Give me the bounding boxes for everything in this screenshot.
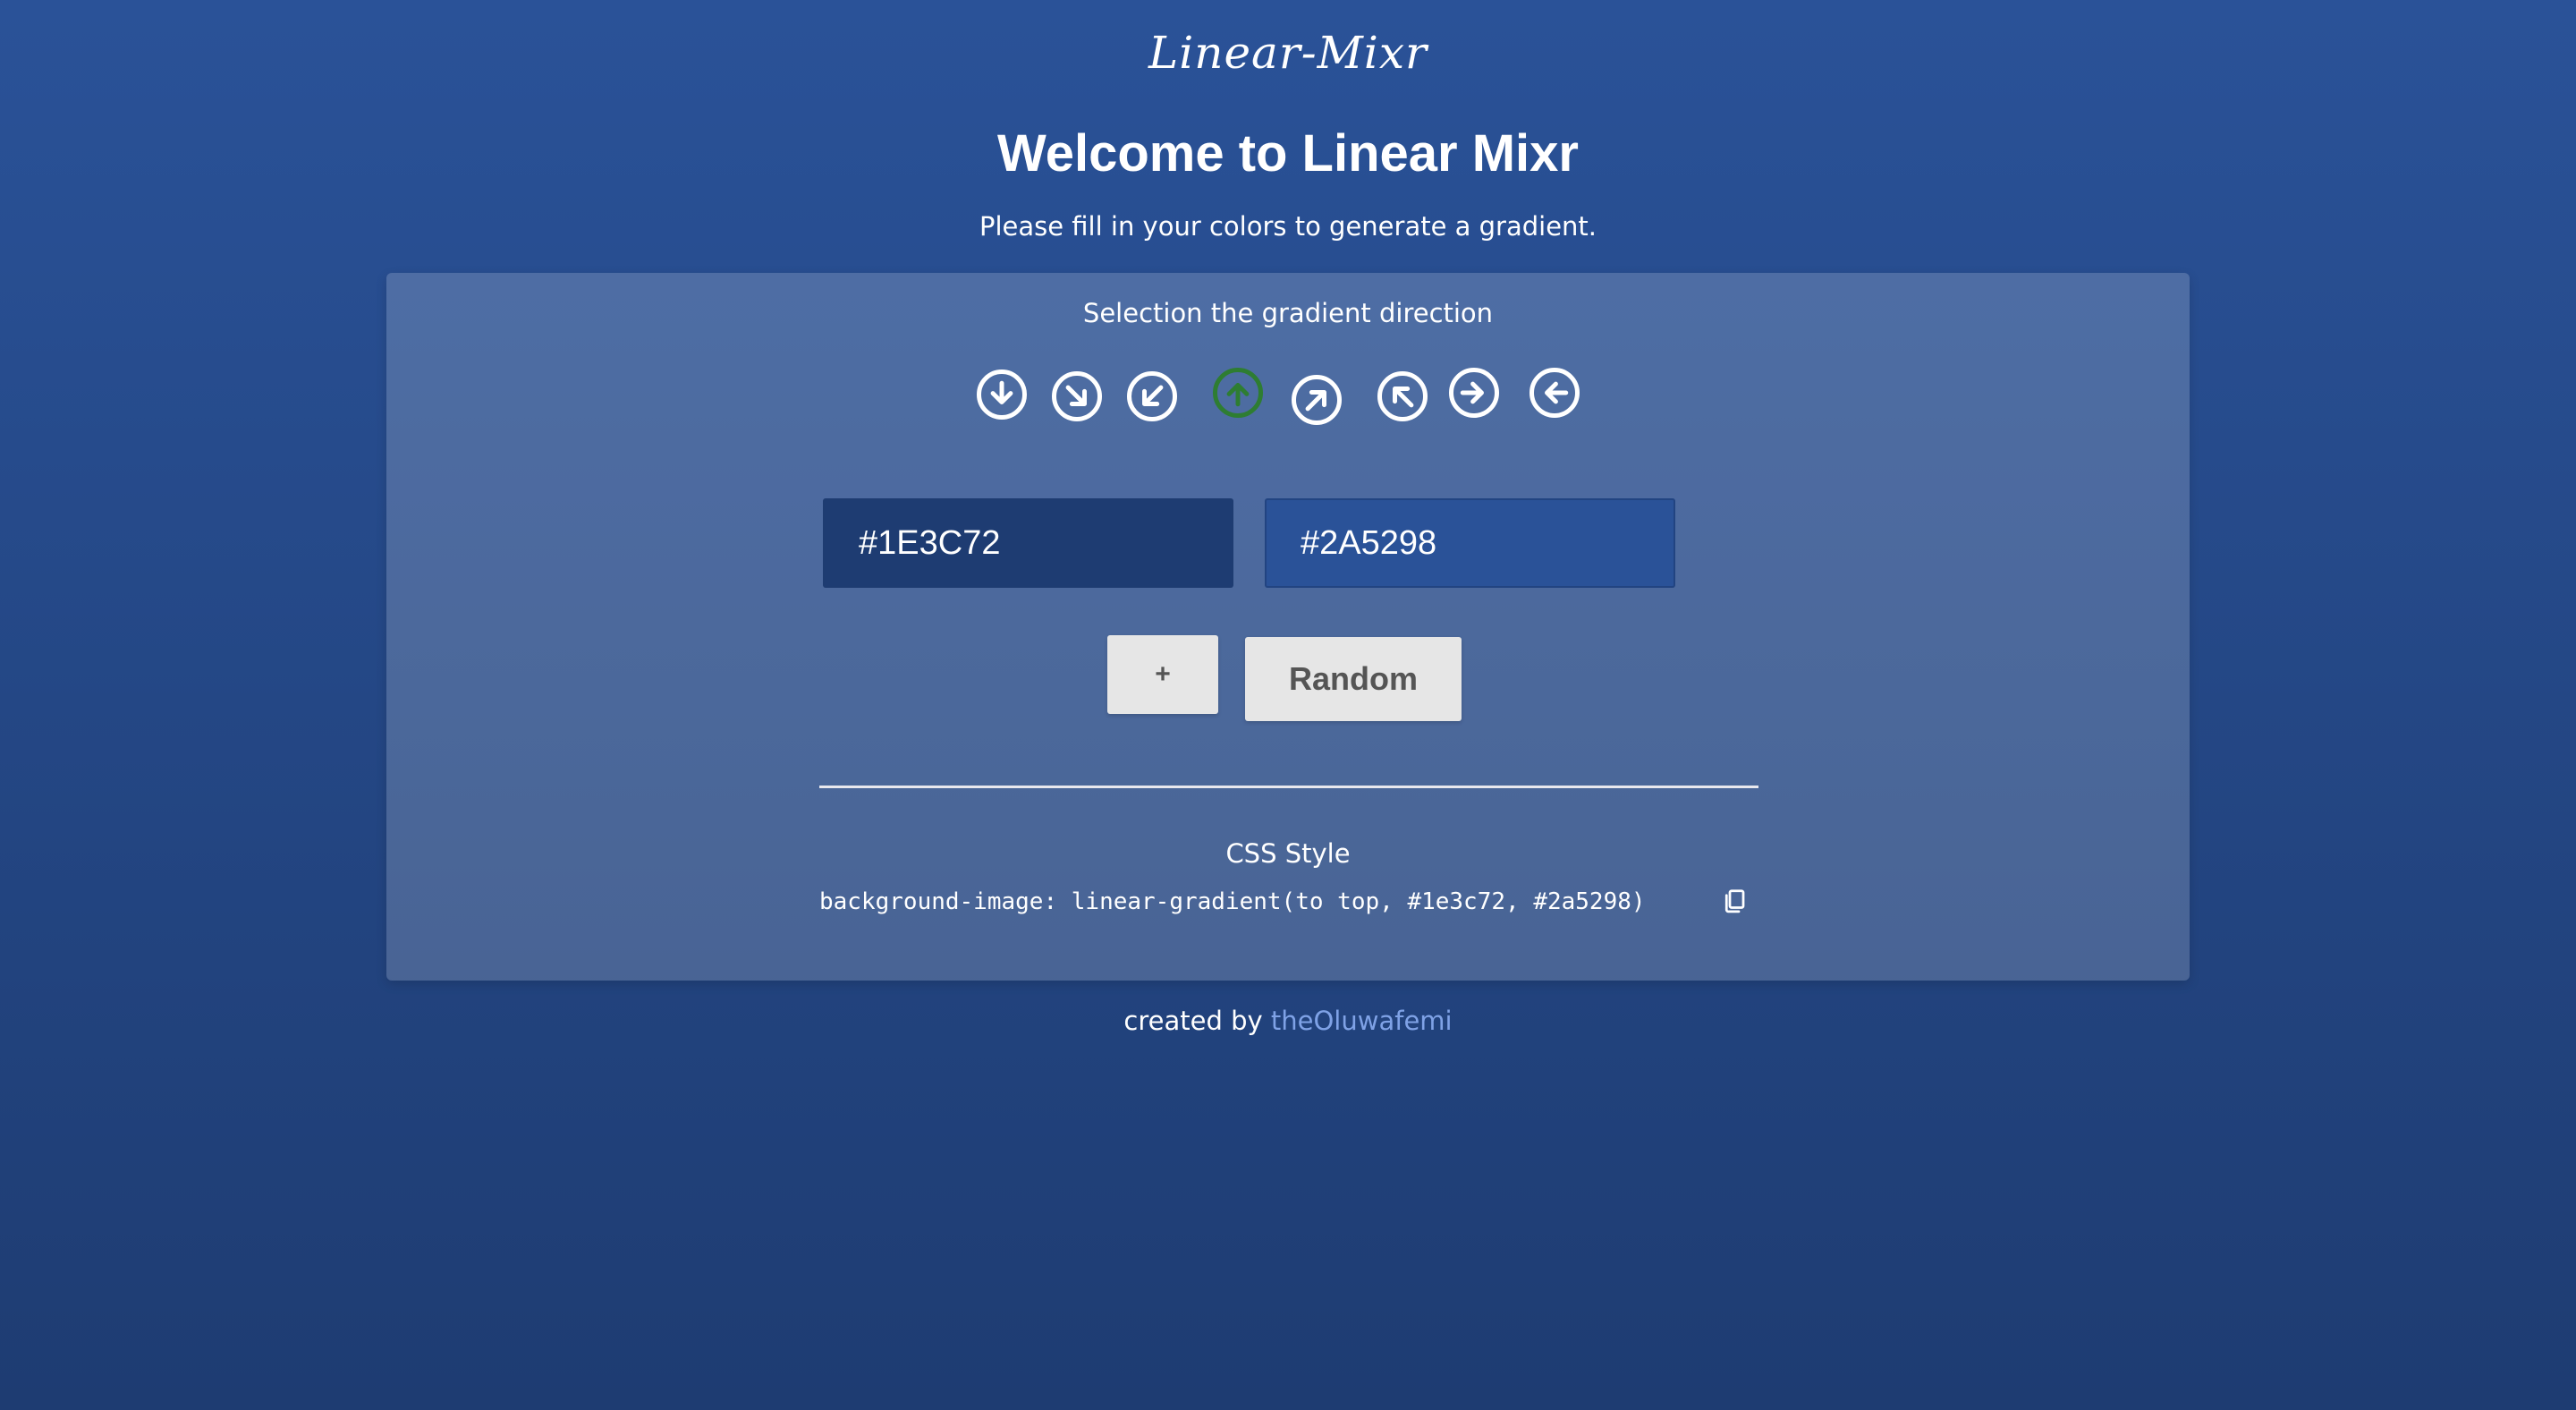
app-logo: Linear-Mixr <box>1148 27 1428 79</box>
css-style-label: CSS Style <box>1225 838 1351 869</box>
arrow-up-circle-icon <box>1226 383 1250 407</box>
arrow-up-right-circle-icon <box>1305 390 1326 412</box>
page-subtitle: Please fill in your colors to generate a… <box>979 211 1597 242</box>
copy-icon[interactable] <box>1721 887 1748 915</box>
direction-to-top-left-button[interactable] <box>1377 371 1428 421</box>
arrow-down-left-circle-icon <box>1142 385 1164 406</box>
direction-to-bottom-right-button[interactable] <box>1052 371 1102 421</box>
direction-to-bottom-left-button[interactable] <box>1127 371 1177 421</box>
direction-to-bottom-button[interactable] <box>977 369 1027 420</box>
footer-prefix: created by <box>1123 1006 1263 1036</box>
author-link[interactable]: theOluwafemi <box>1271 1006 1453 1036</box>
arrow-up-left-circle-icon <box>1393 386 1414 408</box>
direction-to-right-button[interactable] <box>1449 368 1499 418</box>
direction-label: Selection the gradient direction <box>1082 298 1494 328</box>
arrow-right-circle-icon <box>1460 381 1484 404</box>
direction-to-top-button[interactable] <box>1213 368 1263 418</box>
direction-to-top-right-button[interactable] <box>1292 375 1342 425</box>
arrow-left-circle-icon <box>1545 381 1569 404</box>
arrow-down-right-circle-icon <box>1065 385 1087 406</box>
page-title: Welcome to Linear Mixr <box>997 124 1579 183</box>
gradient-card: Selection the gradient direction + Rando… <box>386 273 2190 981</box>
divider <box>819 786 1758 788</box>
footer: created by theOluwafemi <box>0 1006 2576 1036</box>
color-1-input[interactable] <box>823 498 1233 588</box>
direction-to-left-button[interactable] <box>1530 368 1580 418</box>
random-button[interactable]: Random <box>1245 637 1462 721</box>
add-color-button[interactable]: + <box>1107 635 1218 714</box>
arrow-down-circle-icon <box>990 380 1013 404</box>
css-code-output: background-image: linear-gradient(to top… <box>819 888 1646 915</box>
color-2-input[interactable] <box>1265 498 1675 588</box>
